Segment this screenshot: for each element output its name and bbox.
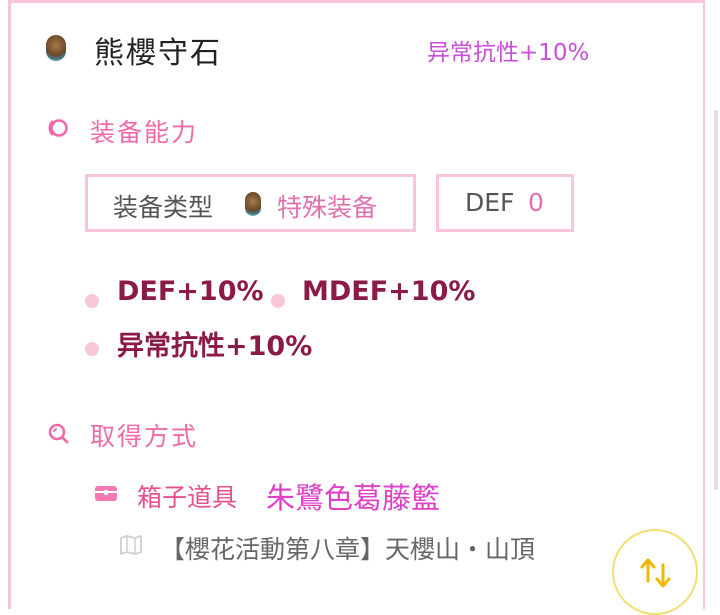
swap-button[interactable]: [612, 529, 698, 615]
bullet-dot: [271, 294, 285, 308]
equip-type-value: 特殊装备: [277, 193, 378, 222]
bullet-dot: [85, 342, 99, 356]
card-border-top: [8, 0, 705, 3]
source-name-link[interactable]: 朱鷺色葛藤籃: [266, 475, 440, 517]
acquire-section-title: 取得方式: [90, 422, 199, 451]
equip-section-title: 装备能力: [90, 118, 199, 147]
gem-stone-icon: [46, 35, 66, 61]
bonus-item: DEF+10%: [117, 276, 264, 307]
item-name: 熊櫻守石: [94, 36, 222, 71]
scrollbar-thumb[interactable]: [714, 110, 718, 490]
chest-icon: [95, 486, 117, 501]
item-effect: 异常抗性+10%: [427, 40, 590, 66]
equip-type-label: 装备类型: [113, 193, 214, 222]
bonus-item: MDEF+10%: [302, 276, 476, 307]
def-value: 0: [528, 188, 544, 217]
def-label: DEF: [465, 188, 515, 217]
swap-arrows-icon: [640, 558, 671, 588]
card-border-left: [8, 0, 11, 609]
gem-stone-icon: [245, 192, 261, 216]
ring-icon: [48, 119, 68, 137]
bullet-dot: [85, 294, 99, 308]
bonus-item: 异常抗性+10%: [117, 331, 313, 362]
card-border-right: [703, 0, 705, 609]
source-type: 箱子道具: [137, 483, 238, 512]
source-location: 【櫻花活動第八章】天櫻山・山頂: [160, 535, 536, 564]
search-icon: [48, 423, 69, 444]
map-icon: [120, 535, 142, 555]
